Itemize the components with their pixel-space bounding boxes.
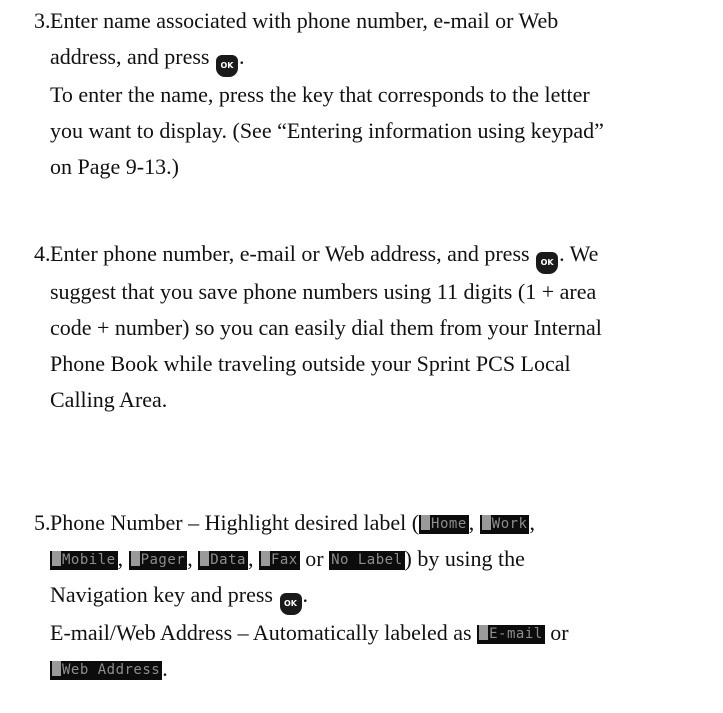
text-run: .: [302, 582, 309, 607]
label-fax: Fax: [258, 551, 300, 570]
text-line: Mobile, Pager, Data, Fax or No Label) by…: [50, 541, 714, 577]
text-run: ) by using the: [404, 546, 525, 571]
text-line: Web Address.: [50, 651, 714, 687]
text-line: Phone Book while traveling outside your …: [50, 351, 571, 376]
email-label-icon: [479, 625, 489, 640]
text-run: Enter phone number, e-mail or Web addres…: [50, 241, 530, 266]
text-run: . We: [559, 241, 599, 266]
text-line: Enter name associated with phone number,…: [50, 8, 559, 33]
text-line: Phone Number – Highlight desired label (…: [50, 505, 714, 541]
text-run: address, and press: [50, 44, 210, 69]
fax-label-icon: [260, 551, 270, 566]
pager-label-icon: [130, 551, 140, 566]
work-label-icon: [481, 515, 491, 530]
text-line: Calling Area.: [50, 387, 168, 412]
text-run: ,: [468, 510, 480, 535]
data-label-icon: [200, 551, 210, 566]
label-mobile: Mobile: [50, 551, 118, 570]
text-line: Navigation key and press OK.: [50, 577, 714, 615]
text-run: .: [238, 44, 245, 69]
step-number: 3.: [34, 8, 51, 33]
label-work: Work: [479, 515, 530, 534]
text-run: ,: [247, 546, 259, 571]
text-line: on Page 9-13.): [50, 154, 179, 179]
label-web-address: Web Address: [50, 661, 163, 680]
text-run: or: [544, 620, 569, 645]
text-line: suggest that you save phone numbers usin…: [50, 279, 597, 304]
text-run: ,: [529, 510, 535, 535]
text-run: ,: [117, 546, 129, 571]
step-3: 3. Enter name associated with phone numb…: [34, 3, 714, 185]
step-number: 5.: [34, 510, 51, 535]
label-data: Data: [198, 551, 248, 570]
label-pager: Pager: [128, 551, 188, 570]
step-text: Enter phone number, e-mail or Web addres…: [50, 236, 714, 418]
mobile-label-icon: [52, 551, 61, 566]
text-run: Phone Number – Highlight desired label (: [50, 510, 420, 535]
ok-key-icon: OK: [215, 55, 238, 77]
step-number: 4.: [34, 241, 51, 266]
text-line: Enter phone number, e-mail or Web addres…: [50, 236, 714, 274]
label-email: E-mail: [477, 625, 545, 644]
label-home: Home: [419, 515, 469, 534]
label-no-label: No Label: [329, 551, 405, 570]
text-run: Navigation key and press: [50, 582, 273, 607]
text-line: code + number) so you can easily dial th…: [50, 315, 602, 340]
text-line: you want to display. (See “Entering info…: [50, 118, 604, 143]
text-run: E-mail/Web Address – Automatically label…: [50, 620, 472, 645]
home-label-icon: [421, 515, 431, 530]
step-5: 5. Phone Number – Highlight desired labe…: [34, 505, 714, 687]
text-run: ,: [187, 546, 199, 571]
ok-key-icon: OK: [536, 252, 559, 274]
web-label-icon: [52, 661, 61, 676]
text-run: .: [162, 656, 168, 681]
step-4: 4. Enter phone number, e-mail or Web add…: [34, 236, 714, 418]
text-run: or: [299, 546, 330, 571]
text-line: E-mail/Web Address – Automatically label…: [50, 615, 714, 651]
text-line: To enter the name, press the key that co…: [50, 82, 590, 107]
ok-key-icon: OK: [279, 593, 302, 615]
step-text: Enter name associated with phone number,…: [50, 3, 714, 185]
step-text: Phone Number – Highlight desired label (…: [50, 505, 714, 687]
text-line: address, and press OK.: [50, 39, 714, 77]
